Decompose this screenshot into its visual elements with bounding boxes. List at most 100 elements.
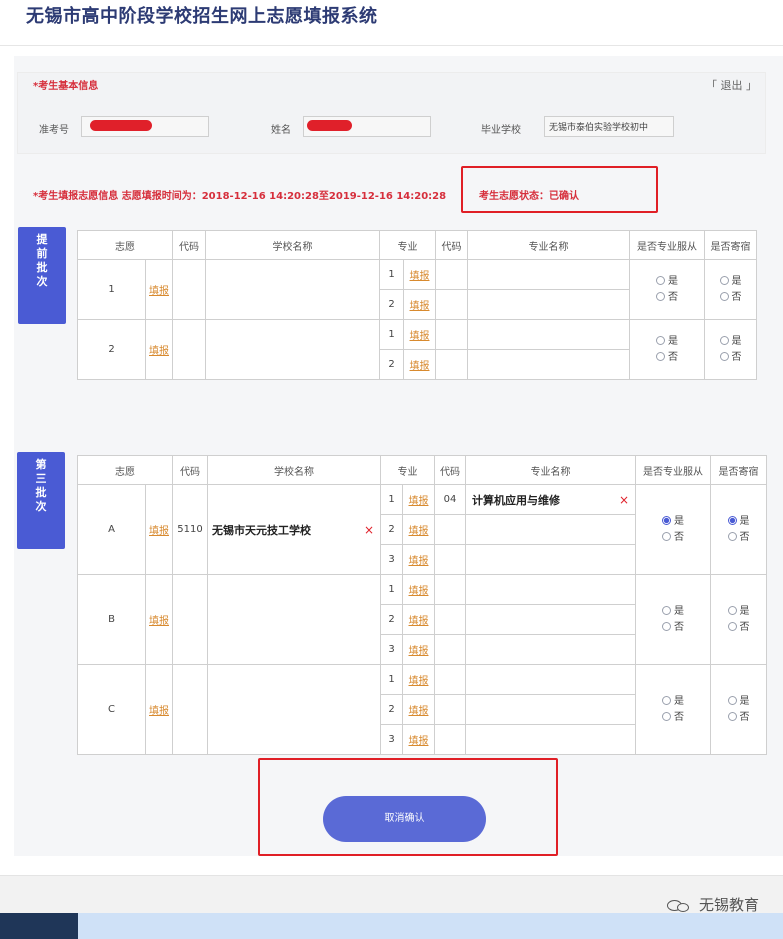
clear-school-icon[interactable]: × [364, 523, 374, 537]
col-header-boarding: 是否寄宿 [704, 230, 757, 260]
col-header-major-obey: 是否专业服从 [635, 455, 711, 485]
table-row: C 填报 1 填报 是 否 是 否 [77, 664, 767, 755]
major-obey-radios: 是 否 [629, 319, 705, 380]
boarding-radios: 是 否 [704, 259, 757, 320]
footer-bar [0, 875, 783, 913]
tab-early-batch[interactable]: 提前批次 [18, 227, 66, 324]
col-header-major: 专业 [380, 455, 435, 485]
major-fill-link[interactable]: 填报 [410, 361, 430, 372]
name-label: 姓名 [271, 125, 291, 136]
major-fill-link[interactable]: 填报 [409, 496, 429, 507]
radio-yes-selected[interactable] [662, 515, 671, 525]
radio-no[interactable] [727, 531, 737, 541]
exam-no-field[interactable] [81, 116, 209, 137]
radio-no-label: 否 [739, 711, 750, 723]
major-obey-radios: 是 否 [629, 259, 705, 320]
basic-info-section: *考生基本信息 「 退出 」 准考号 姓名 毕业学校 无锡市泰伯实验学校初中 [17, 72, 766, 154]
cancel-confirm-button[interactable]: 取消确认 [323, 796, 486, 842]
major-fill-link[interactable]: 填报 [409, 556, 429, 567]
radio-yes[interactable] [719, 275, 729, 285]
boarding-radios: 是 否 [704, 319, 757, 380]
major-fill-link[interactable]: 填报 [409, 616, 429, 627]
choice-number: 1 [77, 259, 146, 320]
col-header-major-name: 专业名称 [465, 455, 636, 485]
major-fill-link[interactable]: 填报 [409, 736, 429, 747]
radio-yes-label: 是 [674, 695, 684, 707]
radio-no[interactable] [662, 531, 671, 541]
col-header-boarding: 是否寄宿 [710, 455, 767, 485]
radio-yes[interactable] [662, 695, 671, 705]
major-fill-link[interactable]: 填报 [410, 301, 430, 312]
major-code-cell [434, 604, 466, 635]
major-index: 2 [380, 514, 403, 545]
radio-no[interactable] [656, 291, 665, 301]
radio-yes-label: 是 [739, 515, 750, 527]
major-fill-link[interactable]: 填报 [409, 586, 429, 597]
major-name-cell [465, 694, 636, 725]
major-obey-radios: 是 否 [635, 484, 711, 575]
choice-number: B [77, 574, 146, 665]
radio-yes-label: 是 [731, 275, 742, 287]
major-code-cell: 04 [434, 484, 466, 515]
major-name-cell [465, 664, 636, 695]
col-header-choice: 志愿 [77, 230, 173, 260]
major-index: 2 [380, 694, 403, 725]
school-name-cell: 无锡市天元技工学校 × [207, 484, 381, 575]
tab-third-batch-label: 第三批次 [35, 458, 47, 513]
school-code-cell [172, 574, 208, 665]
radio-yes[interactable] [656, 335, 665, 345]
radio-yes[interactable] [719, 335, 729, 345]
radio-no[interactable] [662, 711, 671, 721]
col-header-school: 学校名称 [207, 455, 381, 485]
choice-number: C [77, 664, 146, 755]
radio-no[interactable] [727, 711, 737, 721]
school-code-cell [172, 319, 206, 380]
major-code-cell [434, 634, 466, 665]
radio-yes[interactable] [727, 605, 737, 615]
major-index: 3 [380, 724, 403, 755]
name-field[interactable] [303, 116, 431, 137]
graduation-school-field[interactable]: 无锡市泰伯实验学校初中 [544, 116, 674, 137]
radio-no[interactable] [719, 291, 729, 301]
school-name-cell [205, 319, 380, 380]
major-fill-link[interactable]: 填报 [409, 646, 429, 657]
major-obey-radios: 是 否 [635, 574, 711, 665]
fill-link[interactable]: 填报 [149, 346, 169, 357]
radio-yes[interactable] [656, 275, 665, 285]
radio-no[interactable] [727, 621, 737, 631]
fill-link[interactable]: 填报 [149, 706, 169, 717]
major-name-cell [465, 724, 636, 755]
fill-link[interactable]: 填报 [149, 616, 169, 627]
school-code-cell [172, 259, 206, 320]
major-index: 3 [380, 544, 403, 575]
major-fill-link[interactable]: 填报 [409, 706, 429, 717]
radio-no[interactable] [656, 351, 665, 361]
fill-link[interactable]: 填报 [149, 526, 169, 537]
fill-link[interactable]: 填报 [149, 286, 169, 297]
table-row: B 填报 1 填报 是 否 是 否 [77, 574, 767, 665]
major-name-cell [467, 319, 630, 350]
col-header-major-code: 代码 [435, 230, 468, 260]
radio-yes[interactable] [727, 695, 737, 705]
school-name-cell [205, 259, 380, 320]
major-name-cell [465, 634, 636, 665]
major-fill-link[interactable]: 填报 [409, 676, 429, 687]
table-row: A 填报 5110 无锡市天元技工学校 × 1 填报 04 计算机应用与维修 ×… [77, 484, 767, 575]
radio-no-label: 否 [739, 531, 750, 543]
major-fill-link[interactable]: 填报 [410, 331, 430, 342]
major-fill-link[interactable]: 填报 [410, 271, 430, 282]
clear-major-icon[interactable]: × [619, 493, 629, 507]
bottom-dark-block [0, 913, 78, 939]
major-name-cell [465, 604, 636, 635]
tab-third-batch[interactable]: 第三批次 [17, 452, 65, 549]
logout-link[interactable]: 「 退出 」 [706, 77, 757, 93]
radio-yes[interactable] [662, 605, 671, 615]
radio-yes-selected[interactable] [727, 515, 737, 525]
major-index: 1 [379, 319, 404, 350]
major-fill-link[interactable]: 填报 [409, 526, 429, 537]
radio-no[interactable] [719, 351, 729, 361]
school-label: 毕业学校 [481, 125, 521, 136]
table-row: 1 填报 1 填报 是 否 是 否 [77, 259, 757, 320]
radio-no[interactable] [662, 621, 671, 631]
school-name-cell [207, 574, 381, 665]
